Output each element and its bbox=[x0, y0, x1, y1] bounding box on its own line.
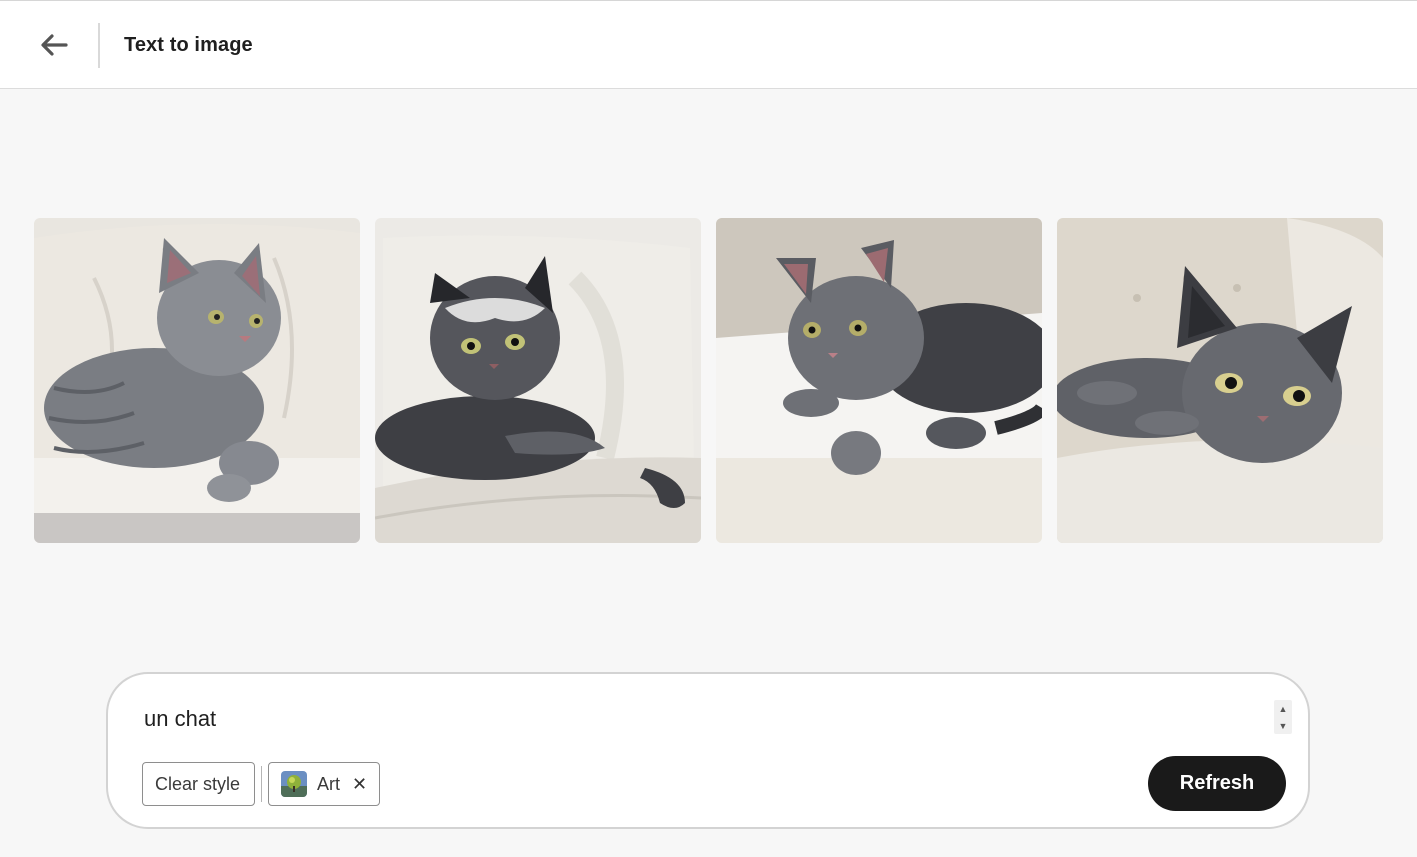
style-chip-art[interactable]: Art ✕ bbox=[268, 762, 381, 806]
clear-style-label: Clear style bbox=[155, 773, 241, 794]
prompt-input[interactable] bbox=[144, 706, 1244, 732]
back-button[interactable] bbox=[34, 27, 74, 63]
chevron-up-icon[interactable]: ▲ bbox=[1279, 704, 1288, 714]
generated-image-1[interactable] bbox=[34, 218, 360, 543]
generated-image-4[interactable] bbox=[1057, 218, 1383, 543]
image-gallery bbox=[34, 218, 1383, 543]
generated-image-2[interactable] bbox=[375, 218, 701, 543]
clear-style-button[interactable]: Clear style bbox=[142, 762, 256, 806]
generated-image-3[interactable] bbox=[716, 218, 1042, 543]
page-title: Text to image bbox=[124, 34, 253, 56]
top-header: Text to image bbox=[0, 0, 1417, 89]
art-style-thumbnail bbox=[281, 771, 308, 797]
prompt-scroll-stepper[interactable]: ▲ ▼ bbox=[1274, 700, 1292, 734]
art-style-label: Art bbox=[317, 773, 341, 794]
header-divider bbox=[98, 23, 100, 68]
refresh-button[interactable]: Refresh bbox=[1148, 756, 1286, 811]
chip-divider bbox=[261, 766, 263, 802]
arrow-left-icon bbox=[41, 34, 68, 56]
chevron-down-icon[interactable]: ▼ bbox=[1279, 721, 1288, 731]
close-icon[interactable]: ✕ bbox=[352, 774, 367, 795]
prompt-panel: ▲ ▼ Clear style Art ✕ Refresh bbox=[106, 672, 1310, 829]
style-chip-row: Clear style Art ✕ bbox=[142, 762, 381, 806]
